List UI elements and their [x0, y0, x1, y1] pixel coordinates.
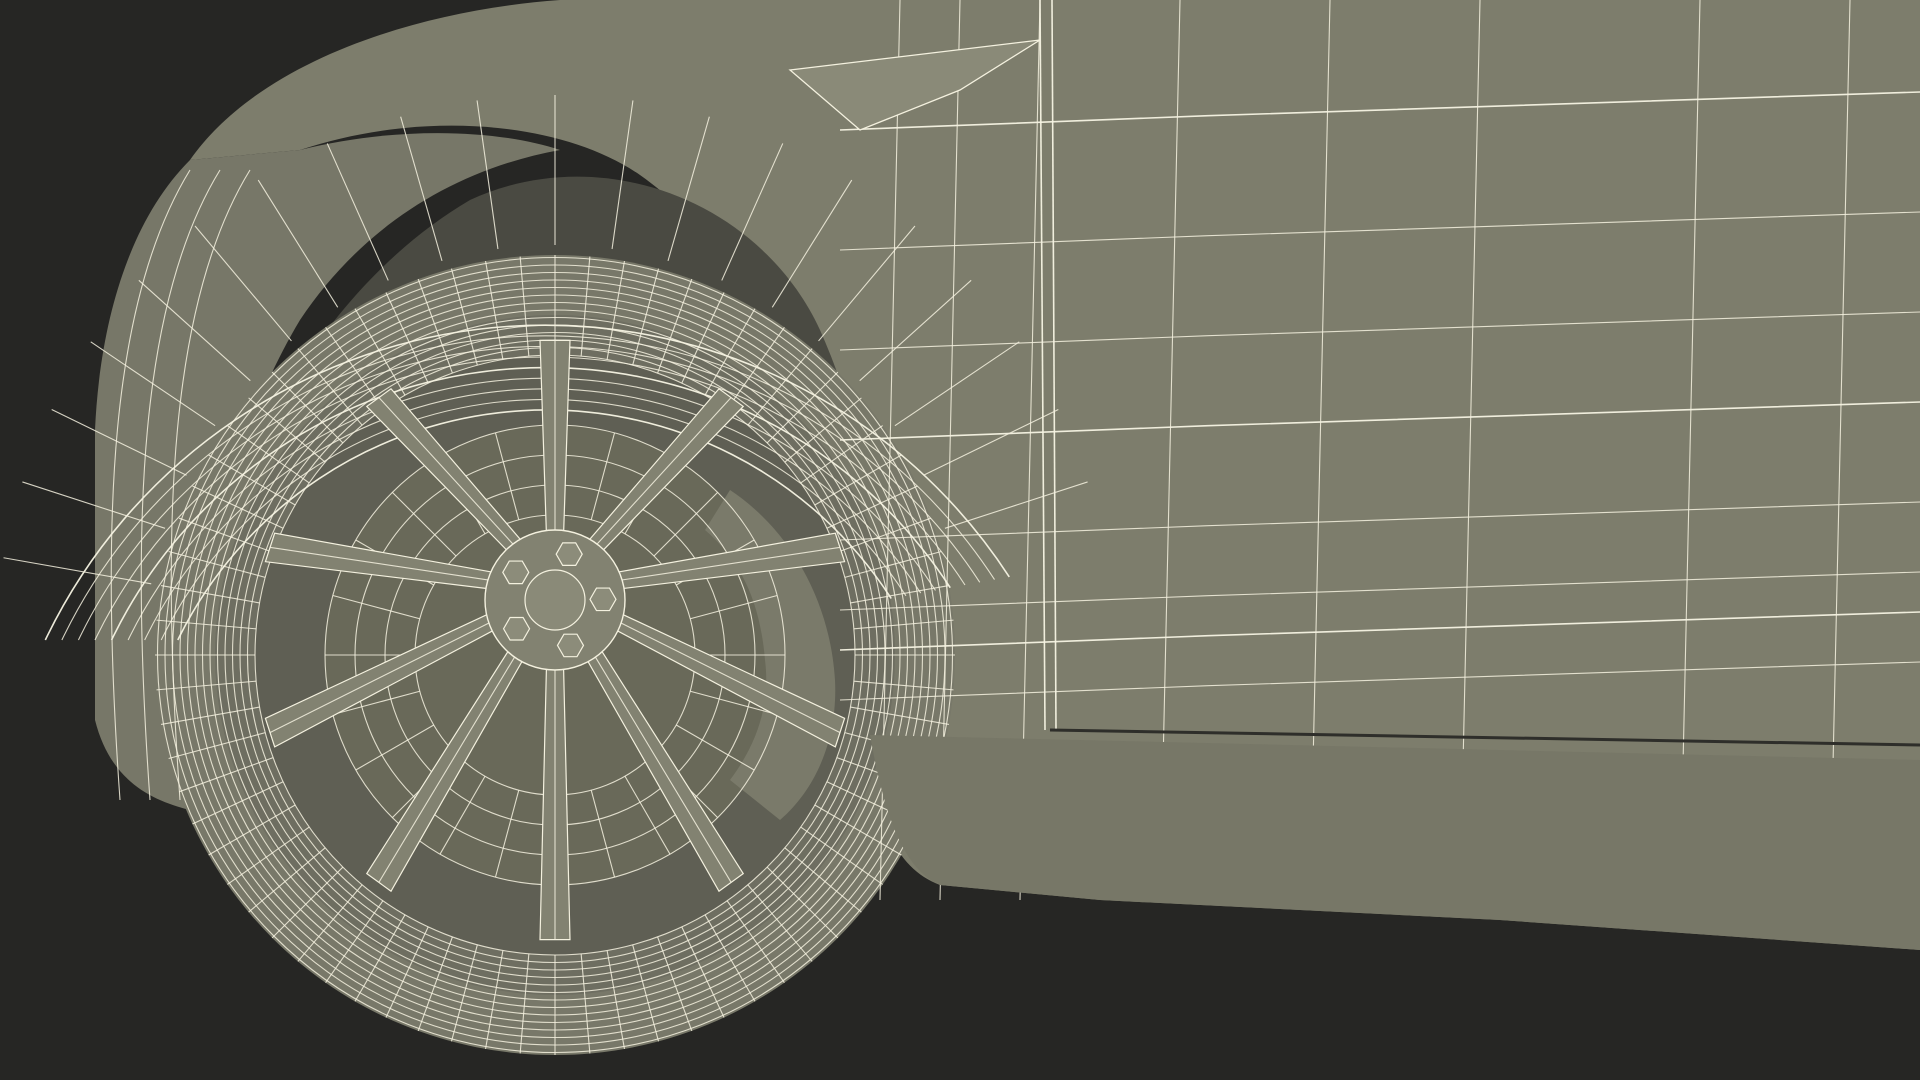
lug-nut [556, 633, 585, 658]
lug-nut [502, 616, 531, 641]
lug-nut [555, 542, 583, 567]
render-viewport [0, 0, 1920, 1080]
lug-nut [502, 560, 530, 585]
center-cap [524, 569, 586, 631]
car-wireframe-render [0, 0, 1920, 1080]
lug-nut [589, 587, 617, 612]
